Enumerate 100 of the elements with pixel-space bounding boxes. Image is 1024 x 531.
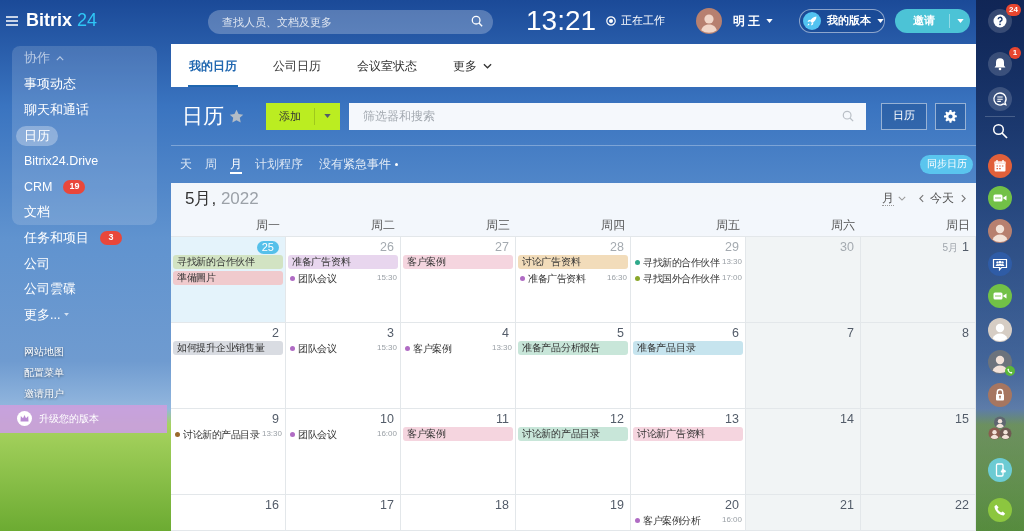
group-avatar-icon[interactable]	[988, 416, 1012, 440]
phone-cloud-icon[interactable]	[988, 458, 1012, 482]
event-title[interactable]: 客户案例	[413, 340, 451, 356]
calendar-event[interactable]: 准备广告资料	[288, 255, 398, 269]
event-title[interactable]: 准备广告资料	[528, 270, 585, 286]
date-number[interactable]: 2	[272, 326, 279, 340]
rocket-icon	[803, 11, 821, 30]
event-title[interactable]: 寻找国外合作伙伴	[643, 270, 719, 286]
date-number[interactable]: 3	[387, 326, 394, 340]
avatar-icon[interactable]	[988, 219, 1012, 243]
event-time: 13:30	[260, 428, 282, 440]
dot-icon	[395, 163, 398, 166]
work-day-button[interactable]: 正在工作	[606, 12, 666, 29]
date-number[interactable]: 4	[502, 326, 509, 340]
weekday-label: 周三	[485, 218, 511, 233]
lock-icon[interactable]	[988, 383, 1012, 407]
view-select[interactable]: 月	[882, 191, 906, 206]
chat-icon[interactable]	[988, 87, 1012, 111]
filter-search-field[interactable]: 筛选器和搜索	[349, 102, 866, 130]
calendar-button[interactable]: 日历	[881, 102, 927, 130]
tab[interactable]: 更多	[435, 44, 510, 87]
event-title[interactable]: 团队会议	[298, 340, 336, 356]
date-number[interactable]: 12	[610, 412, 624, 426]
date-number[interactable]: 7	[847, 326, 854, 340]
weekday-label: 周六	[830, 218, 856, 233]
menu-item[interactable]: 聊天和通话	[16, 100, 97, 120]
month-label: 5月	[942, 240, 959, 255]
calendar-event[interactable]: 讨论新的产品目录	[518, 427, 628, 441]
calendar-icon[interactable]	[988, 154, 1012, 178]
tab[interactable]: 我的日历	[171, 44, 255, 87]
calendar-event[interactable]: 客户案例	[403, 255, 513, 269]
date-number[interactable]: 1	[962, 240, 969, 254]
date-number[interactable]: 5	[617, 326, 624, 340]
logo[interactable]: Bitrix 24	[26, 7, 98, 34]
caret-icon[interactable]	[877, 18, 884, 23]
date-number[interactable]: 6	[732, 326, 739, 340]
phone-badge-icon	[1005, 366, 1015, 376]
plan-button[interactable]: 我的版本	[799, 8, 885, 33]
group-chat-icon[interactable]	[988, 252, 1012, 276]
weekday-label: 周二	[370, 218, 396, 233]
phone-icon[interactable]	[988, 498, 1012, 522]
chevron-down-icon	[483, 62, 492, 69]
menu-item[interactable]: 事项动态	[16, 74, 84, 95]
weekday-label: 周日	[945, 218, 971, 233]
video-camera-icon[interactable]	[988, 284, 1012, 308]
today-button[interactable]: 今天	[930, 189, 954, 208]
calendar-event[interactable]: 讨论广告资料	[518, 255, 628, 269]
date-number[interactable]: 9	[272, 412, 279, 426]
calendar-event[interactable]: 准备产品目录	[633, 341, 743, 355]
date-number[interactable]: 8	[962, 326, 969, 340]
weekday-label: 周一	[255, 218, 281, 233]
avatar-icon[interactable]	[695, 7, 722, 34]
date-number[interactable]: 21	[840, 498, 854, 512]
settings-button[interactable]	[935, 102, 966, 130]
tab[interactable]: 会议室状态	[339, 44, 435, 87]
menu-icon[interactable]	[6, 15, 18, 26]
caret-icon[interactable]	[766, 18, 773, 23]
chevron-up-icon	[56, 56, 64, 62]
date-number[interactable]: 15	[955, 412, 969, 426]
video-camera-icon[interactable]	[988, 186, 1012, 210]
calendar-event[interactable]: 讨论新广告资料	[633, 427, 743, 441]
urgent-events-link[interactable]: 没有紧急事件	[319, 155, 391, 174]
calendar-event[interactable]: 准备产品分析报告	[518, 341, 628, 355]
bell-icon[interactable]	[988, 52, 1012, 76]
avatar-icon[interactable]	[988, 350, 1012, 374]
date-number[interactable]: 17	[380, 498, 394, 512]
event-title[interactable]: 寻找新的合作伙伴	[643, 254, 719, 270]
date-number[interactable]: 19	[610, 498, 624, 512]
calendar-event[interactable]: 寻找新的合作伙伴	[173, 255, 283, 269]
user-menu-button[interactable]: 明 王	[732, 11, 773, 30]
event-title[interactable]: 团队会议	[298, 426, 336, 442]
settings-icon	[944, 109, 957, 123]
star-icon[interactable]	[229, 108, 244, 124]
avatar-icon[interactable]	[988, 318, 1012, 342]
event-time: 15:30	[375, 342, 397, 354]
event-title[interactable]: 客户案例分析	[643, 512, 700, 528]
calendar-event[interactable]: 準備圖片	[173, 271, 283, 285]
date-number[interactable]: 16	[265, 498, 279, 512]
date-number[interactable]: 22	[955, 498, 969, 512]
date-number[interactable]: 20	[725, 498, 739, 512]
calendar-event[interactable]: 如何提升企业销售量	[173, 341, 283, 355]
date-number[interactable]: 10	[380, 412, 394, 426]
weekday-label: 周四	[600, 218, 626, 233]
date-number[interactable]: 14	[840, 412, 854, 426]
event-title[interactable]: 讨论新的产品目录	[183, 426, 259, 442]
view-tab[interactable]: 月	[230, 146, 242, 183]
search-icon[interactable]	[992, 123, 1008, 139]
add-button[interactable]: 添加	[266, 102, 340, 130]
event-time: 13:30	[720, 256, 742, 268]
event-title[interactable]: 团队会议	[298, 270, 336, 286]
date-number[interactable]: 11	[496, 412, 509, 426]
event-time: 16:00	[375, 428, 397, 440]
caret-icon[interactable]	[324, 114, 331, 118]
date-number[interactable]: 13	[725, 412, 739, 426]
chevron-right-icon[interactable]	[961, 194, 966, 203]
date-number[interactable]: 18	[495, 498, 509, 512]
calendar-event[interactable]: 客户案例	[403, 427, 513, 441]
event-time: 16:00	[720, 514, 742, 526]
tab[interactable]: 公司日历	[255, 44, 339, 87]
chevron-left-icon[interactable]	[919, 194, 924, 203]
